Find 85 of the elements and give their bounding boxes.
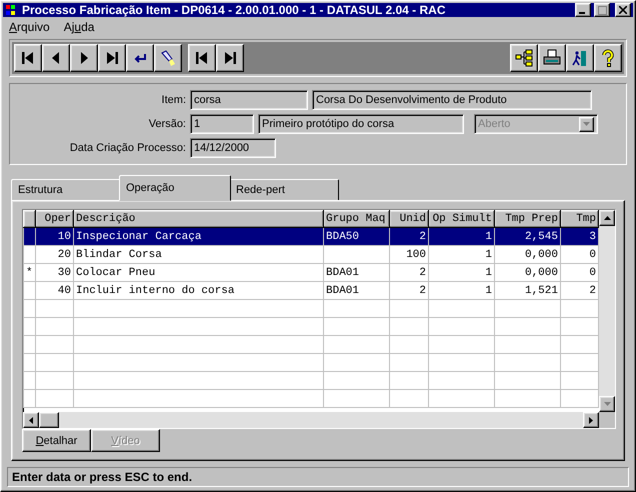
version-label: Versão: xyxy=(148,118,186,130)
date-label: Data Criação Processo: xyxy=(68,142,186,154)
table-cell: BDA01 xyxy=(324,264,390,282)
tab[interactable]: Operação xyxy=(119,175,231,201)
toolbar-button[interactable] xyxy=(70,44,98,72)
table-cell: 0 xyxy=(560,264,598,282)
tab[interactable]: Estrutura xyxy=(11,179,121,201)
table-cell: 0,000 xyxy=(494,264,560,282)
toolbar-button[interactable] xyxy=(510,44,538,72)
table-cell: 0 xyxy=(560,246,598,264)
table-cell: 2 xyxy=(390,228,428,246)
tree-icon xyxy=(515,49,533,67)
minimize-button[interactable] xyxy=(575,3,591,17)
close-button[interactable] xyxy=(615,3,631,17)
table-row[interactable]: * 30 Colocar Pneu BDA01 2 1 0,000 0 xyxy=(24,264,598,282)
toolbar-button[interactable] xyxy=(42,44,70,72)
version-field[interactable]: 1 xyxy=(190,114,254,134)
scroll-left-icon xyxy=(29,416,33,424)
maximize-button[interactable] xyxy=(594,3,610,17)
toolbar-button[interactable] xyxy=(566,44,594,72)
toolbar-button[interactable] xyxy=(594,44,622,72)
scroll-down-icon xyxy=(604,402,610,406)
table-row[interactable]: 40 Incluir interno do corsa BDA01 2 1 1,521 2 xyxy=(24,282,598,300)
scroll-thumb[interactable] xyxy=(39,412,59,428)
table-cell: BDA01 xyxy=(324,282,390,300)
table-cell: 1 xyxy=(428,282,494,300)
item-description-field[interactable]: Corsa Do Desenvolvimento de Produto xyxy=(312,90,592,110)
menu-item[interactable]: Arquivo xyxy=(9,20,50,34)
dropdown-caret-icon xyxy=(579,116,594,132)
table-cell: 3 xyxy=(560,228,598,246)
printer-icon xyxy=(543,49,561,67)
table-cell: Blindar Corsa xyxy=(74,246,324,264)
table-cell: 20 xyxy=(36,246,74,264)
scroll-right-icon xyxy=(589,416,593,424)
item-label: Item: xyxy=(160,94,186,106)
close-icon xyxy=(619,6,627,14)
scroll-up-icon xyxy=(604,216,610,220)
table-row[interactable]: 10 Inspecionar Carcaça BDA50 2 1 2,545 3 xyxy=(24,228,598,246)
table-cell: 1,521 xyxy=(494,282,560,300)
toolbar-button[interactable] xyxy=(126,44,154,72)
toolbar-button[interactable] xyxy=(216,44,244,72)
scrollbar-corner xyxy=(599,412,615,428)
toolbar-button[interactable] xyxy=(538,44,566,72)
table-cell: 2 xyxy=(390,282,428,300)
toolbar-button[interactable] xyxy=(154,44,182,72)
menu-item[interactable]: Ajuda xyxy=(64,20,94,34)
horizontal-scrollbar[interactable] xyxy=(23,412,615,428)
table-cell: 1 xyxy=(428,246,494,264)
column-header[interactable]: Oper xyxy=(36,210,74,228)
table-cell: BDA50 xyxy=(324,228,390,246)
table-cell: Inspecionar Carcaça xyxy=(74,228,324,246)
column-header[interactable]: Unid xyxy=(390,210,428,228)
column-header[interactable]: Tmp xyxy=(560,210,598,228)
status-text: Enter data or press ESC to end. xyxy=(12,470,192,484)
table-cell: 1 xyxy=(428,228,494,246)
toolbar-button[interactable] xyxy=(14,44,42,72)
maximize-icon xyxy=(598,6,606,14)
column-header[interactable]: Tmp Prep xyxy=(494,210,560,228)
action-button[interactable]: Detalhar xyxy=(22,429,91,452)
column-header[interactable]: Grupo Maq xyxy=(324,210,390,228)
table-cell: 2 xyxy=(560,282,598,300)
table-cell: 0,000 xyxy=(494,246,560,264)
column-header[interactable]: Descrição xyxy=(74,210,324,228)
table-cell: Incluir interno do corsa xyxy=(74,282,324,300)
table-cell: 10 xyxy=(36,228,74,246)
table-cell: 40 xyxy=(36,282,74,300)
exit-door-icon xyxy=(571,49,589,67)
table-cell: 100 xyxy=(390,246,428,264)
tab[interactable]: Rede-pert xyxy=(229,179,339,201)
column-header[interactable]: Op Simult xyxy=(428,210,494,228)
date-field[interactable]: 14/12/2000 xyxy=(190,138,276,158)
table-row[interactable]: 20 Blindar Corsa 100 1 0,000 0 xyxy=(24,246,598,264)
table-cell: Colocar Pneu xyxy=(74,264,324,282)
table-cell: 2 xyxy=(390,264,428,282)
window-title: Processo Fabricação Item - DP0614 - 2.00.01.000 - 1 - DATASUL 2.04 - RAC xyxy=(22,3,447,17)
toolbar-button[interactable] xyxy=(98,44,126,72)
table-cell: 30 xyxy=(36,264,74,282)
version-description-field[interactable]: Primeiro protótipo do corsa xyxy=(258,114,464,134)
table-cell: 1 xyxy=(428,264,494,282)
table-cell: 2,545 xyxy=(494,228,560,246)
item-code-field[interactable]: corsa xyxy=(190,90,308,110)
vertical-scrollbar[interactable] xyxy=(599,210,615,412)
flashlight-icon xyxy=(159,49,177,67)
row-marker: * xyxy=(24,264,36,282)
toolbar-button[interactable] xyxy=(188,44,216,72)
